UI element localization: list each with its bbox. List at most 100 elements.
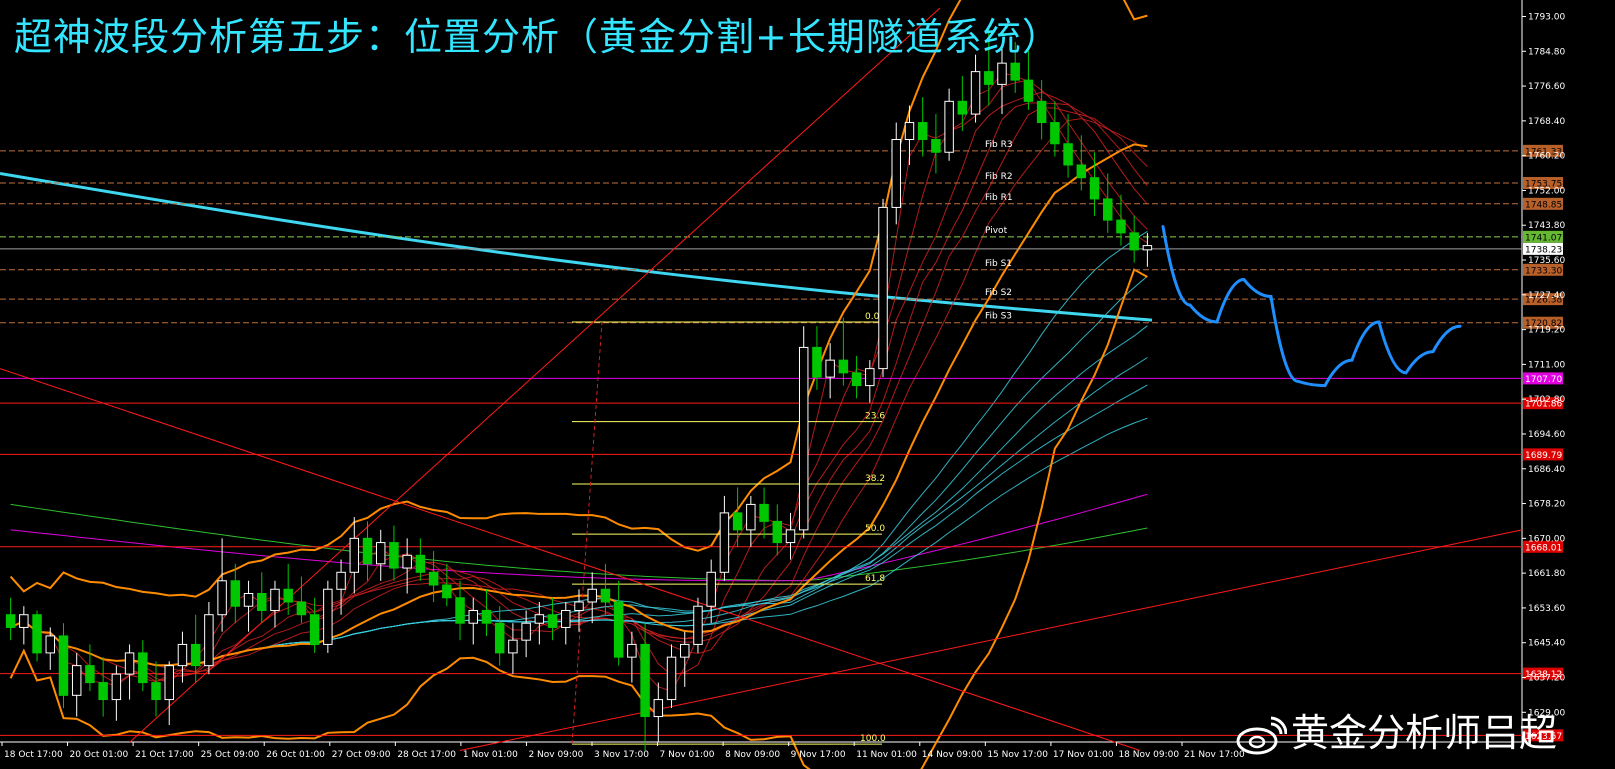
candle-body (349, 537, 360, 573)
y-tick-label: 1645.40 (1528, 639, 1565, 649)
pivot-label: Fib R2 (985, 172, 1013, 182)
x-tick-label: 2 Nov 09:00 (528, 750, 583, 760)
pivot-label: Fib S1 (985, 259, 1012, 269)
pivot-label: Fib S3 (985, 312, 1012, 322)
x-tick-label: 7 Nov 01:00 (660, 750, 715, 760)
pivot-label: Fib R3 (985, 140, 1013, 150)
candle-body (98, 682, 108, 701)
price-chart: 1707.701701.861689.791668.011638.121623.… (0, 0, 1615, 769)
candle-body (547, 614, 558, 628)
candle-body (389, 542, 399, 569)
y-tick-label: 1661.80 (1528, 569, 1565, 579)
candle-body (336, 571, 346, 590)
level-price-label: 1707.70 (1525, 375, 1562, 385)
candle-body (1036, 100, 1047, 124)
candle-body (177, 643, 188, 667)
candle-body (561, 609, 571, 628)
x-tick-label: 8 Nov 09:00 (725, 750, 780, 760)
fib-retracement-label: 0.0 (865, 312, 880, 322)
x-tick-label: 17 Nov 01:00 (1053, 750, 1114, 760)
candle-body (442, 584, 452, 599)
fib-retracement-label: 23.6 (865, 412, 885, 422)
candle-body (772, 520, 783, 544)
candle-body (217, 580, 227, 616)
level-price-label: 1668.01 (1525, 543, 1562, 553)
x-tick-label: 25 Oct 09:00 (201, 750, 260, 760)
candle-body (164, 665, 174, 701)
candle-body (1116, 219, 1126, 234)
pivot-price-label: 1748.85 (1525, 200, 1562, 210)
fib-retracement-label: 61.8 (865, 574, 885, 584)
candle-body (45, 635, 55, 654)
candle-body (812, 346, 822, 378)
candle-body (534, 614, 545, 624)
candle-body (1129, 232, 1139, 251)
y-tick-label: 1694.60 (1528, 430, 1565, 440)
y-tick-label: 1653.60 (1528, 604, 1565, 614)
candle-body (1103, 198, 1113, 221)
candle-body (1089, 177, 1100, 200)
candle-body (111, 673, 122, 701)
candle-body (600, 588, 611, 603)
candle-body (1076, 164, 1087, 179)
candle-body (151, 682, 161, 701)
y-tick-label: 1784.80 (1528, 47, 1565, 57)
candle-body (1010, 62, 1020, 81)
candle-body (851, 372, 862, 387)
candle-body (904, 122, 915, 141)
y-tick-label: 1702.80 (1528, 395, 1565, 405)
candle-body (243, 593, 254, 607)
pivot-label: Fib S2 (985, 288, 1012, 298)
y-tick-label: 1727.40 (1528, 291, 1565, 301)
candle-body (587, 588, 597, 603)
y-tick-label: 1719.20 (1528, 326, 1565, 336)
candle-body (970, 71, 981, 115)
candle-body (680, 643, 690, 658)
candle-body (1142, 245, 1153, 251)
x-tick-label: 20 Oct 01:00 (70, 750, 129, 760)
pivot-price-label: 1741.07 (1525, 233, 1562, 243)
candle-body (1023, 79, 1034, 102)
candle-body (508, 639, 518, 654)
candle-body (85, 665, 95, 684)
y-tick-label: 1793.00 (1528, 12, 1565, 22)
candle-body (190, 643, 201, 667)
y-tick-label: 1743.80 (1528, 221, 1565, 231)
weibo-watermark: 黄金分析师吕超 (1235, 702, 1557, 757)
candle-body (957, 100, 968, 115)
candle-body (428, 571, 439, 586)
candle-body (653, 699, 664, 718)
candle-body (798, 346, 809, 531)
y-tick-label: 1735.60 (1528, 256, 1565, 266)
pivot-label: Pivot (985, 226, 1008, 236)
candle-body (494, 622, 505, 654)
y-tick-label: 1776.60 (1528, 82, 1565, 92)
candle-body (627, 643, 637, 658)
x-tick-label: 18 Nov 09:00 (1118, 750, 1179, 760)
candle-body (124, 652, 135, 675)
pivot-price-label: 1733.30 (1525, 266, 1562, 276)
page-title: 超神波段分析第五步：位置分析（黄金分割+长期隧道系统） (14, 15, 1061, 59)
candle-body (455, 597, 465, 624)
candle-body (71, 665, 82, 696)
candle-body (481, 609, 492, 624)
candle-body (732, 512, 743, 531)
x-tick-label: 11 Nov 01:00 (856, 750, 917, 760)
x-tick-label: 3 Nov 17:00 (594, 750, 649, 760)
candle-body (296, 601, 307, 616)
candle-body (1050, 122, 1060, 145)
candle-body (984, 71, 994, 85)
y-tick-label: 1670.00 (1528, 534, 1565, 544)
candle-body (362, 537, 373, 565)
candle-body (785, 529, 796, 544)
candle-body (891, 139, 901, 208)
candle-body (32, 614, 42, 654)
y-tick-label: 1637.20 (1528, 674, 1565, 684)
candle-body (1063, 143, 1073, 166)
candle-body (204, 614, 214, 667)
candle-body (931, 139, 941, 153)
candle-body (138, 652, 148, 684)
y-tick-label: 1686.40 (1528, 465, 1565, 475)
candle-body (746, 503, 756, 531)
candle-body (640, 643, 650, 718)
